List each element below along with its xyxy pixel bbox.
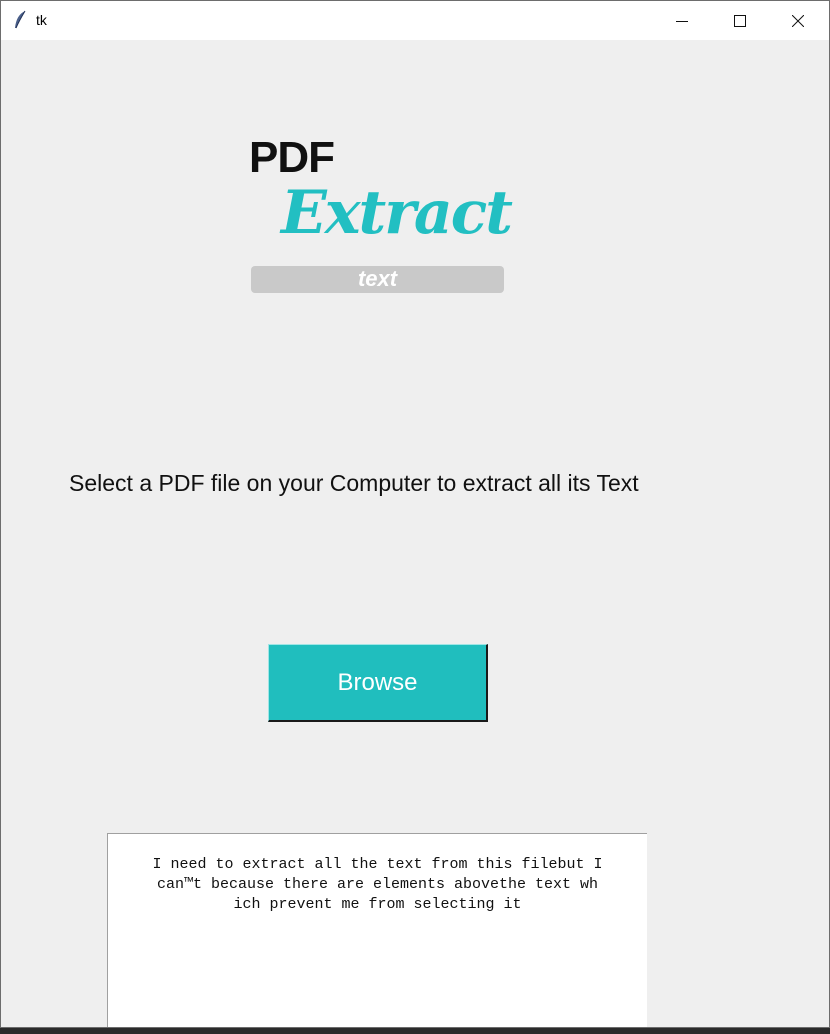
app-window: tk PDF Extract text Select a PDF file on… <box>0 0 830 1028</box>
main-content: PDF Extract text Select a PDF file on yo… <box>1 40 829 1027</box>
minimize-button[interactable] <box>653 1 711 40</box>
pdf-extract-logo: PDF Extract text <box>249 133 513 296</box>
logo-pdf-text: PDF <box>249 133 335 182</box>
close-button[interactable] <box>769 1 827 40</box>
maximize-icon <box>734 14 746 27</box>
logo-extract-text: Extract <box>281 178 513 248</box>
logo-subtitle-text: text <box>357 266 398 291</box>
close-icon <box>792 14 804 27</box>
extracted-text-area[interactable]: I need to extract all the text from this… <box>107 833 647 1027</box>
instruction-label: Select a PDF file on your Computer to ex… <box>69 470 639 496</box>
maximize-button[interactable] <box>711 1 769 40</box>
title-bar[interactable]: tk <box>1 1 829 40</box>
minimize-icon <box>676 20 688 22</box>
window-title: tk <box>36 12 47 28</box>
feather-icon <box>15 10 26 29</box>
browse-button[interactable]: Browse <box>268 644 488 722</box>
